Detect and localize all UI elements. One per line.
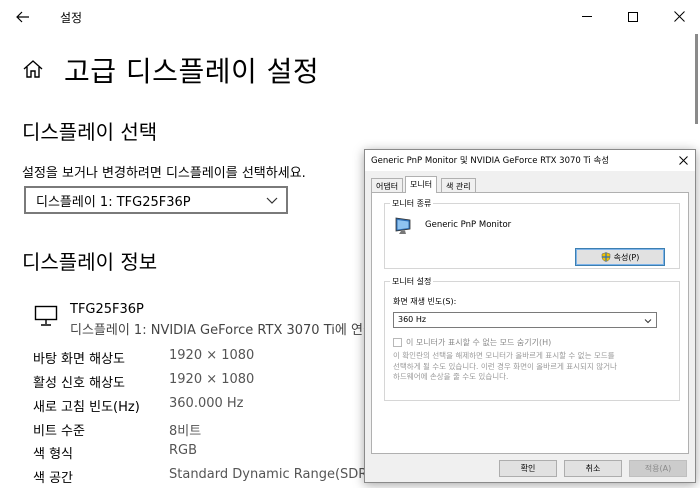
info-value: RGB: [169, 443, 198, 458]
display-dropdown-value: 디스플레이 1: TFG25F36P: [36, 194, 191, 210]
info-row: 활성 신호 해상도 1920 × 1080: [33, 372, 373, 394]
refresh-rate-label: 화면 재생 빈도(S):: [393, 297, 457, 306]
dialog-title-bar: Generic PnP Monitor 및 NVIDIA GeForce RTX…: [365, 150, 695, 171]
info-value: 8비트: [169, 424, 202, 439]
back-button[interactable]: [8, 4, 38, 30]
page-title: 고급 디스플레이 설정: [64, 55, 320, 88]
monitor-icon: [34, 305, 58, 326]
hide-modes-label: 이 모니터가 표시할 수 없는 모드 숨기기(H): [406, 338, 552, 347]
monitor-icon: [395, 217, 411, 234]
monitor-settings-group: 모니터 설정 화면 재생 빈도(S): 360 Hz 이 모니터가 표시할 수 …: [384, 276, 680, 401]
info-row: 색 공간 Standard Dynamic Range(SDR): [33, 467, 373, 488]
close-icon: [673, 11, 685, 22]
hide-modes-description-line: 이 확인란의 선택을 해제하면 모니터가 올바르게 표시할 수 없는 모드를: [393, 351, 615, 360]
tab-adapter[interactable]: 어댑터: [371, 178, 404, 192]
refresh-rate-select[interactable]: 360 Hz: [393, 312, 657, 328]
apply-button[interactable]: 적용(A): [629, 460, 687, 477]
info-value: Standard Dynamic Range(SDR): [169, 467, 373, 482]
home-icon[interactable]: [22, 58, 44, 80]
properties-button[interactable]: 속성(P): [575, 248, 665, 266]
monitor-type-value: Generic PnP Monitor: [425, 220, 512, 230]
info-label: 바탕 화면 해상도: [33, 352, 125, 367]
chevron-down-icon: [266, 197, 278, 204]
scrollbar[interactable]: [695, 34, 698, 124]
maximize-button[interactable]: [610, 0, 656, 33]
hide-modes-description-line: 하드웨어에 손상을 줄 수도 있습니다.: [393, 372, 509, 381]
chevron-down-icon: [644, 319, 652, 324]
tab-monitor[interactable]: 모니터: [405, 176, 438, 193]
back-arrow-icon: [16, 11, 29, 23]
minimize-button[interactable]: [564, 0, 610, 33]
cancel-button[interactable]: 취소: [564, 460, 622, 477]
monitor-type-group: 모니터 종류 Generic PnP Monitor 속성(P): [384, 198, 680, 269]
info-row: 색 형식 RGB: [33, 443, 373, 465]
monitor-properties-dialog: Generic PnP Monitor 및 NVIDIA GeForce RTX…: [364, 149, 696, 483]
minimize-icon: [582, 16, 592, 17]
info-row: 비트 수준 8비트: [33, 420, 373, 442]
monitor-name: TFG25F36P: [70, 302, 144, 317]
info-label: 색 형식: [33, 447, 74, 462]
info-value: 360.000 Hz: [169, 396, 244, 411]
info-row: 새로 고침 빈도(Hz) 360.000 Hz: [33, 396, 373, 418]
display-dropdown[interactable]: 디스플레이 1: TFG25F36P: [24, 186, 288, 214]
hide-modes-description: 이 확인란의 선택을 해제하면 모니터가 올바르게 표시할 수 없는 모드를 선…: [393, 351, 675, 383]
monitor-type-group-label: 모니터 종류: [390, 198, 434, 209]
tab-color-management[interactable]: 색 관리: [441, 178, 476, 192]
select-display-heading: 디스플레이 선택: [22, 120, 158, 144]
dialog-title: Generic PnP Monitor 및 NVIDIA GeForce RTX…: [371, 156, 610, 166]
properties-button-label: 속성(P): [613, 252, 640, 262]
shield-icon: [601, 252, 610, 262]
dialog-close-button[interactable]: [675, 152, 691, 168]
hide-modes-checkbox[interactable]: [393, 338, 402, 347]
hide-modes-description-line: 선택하게 될 수도 있습니다. 이런 경우 화면이 올바르게 표시되지 않거나: [393, 361, 617, 371]
title-bar: 설정: [0, 0, 700, 33]
info-label: 새로 고침 빈도(Hz): [33, 400, 140, 415]
app-title: 설정: [60, 11, 83, 25]
close-button[interactable]: [656, 0, 700, 33]
monitor-settings-group-label: 모니터 설정: [390, 276, 434, 287]
info-label: 비트 수준: [33, 424, 85, 439]
info-label: 색 공간: [33, 471, 74, 486]
refresh-rate-value: 360 Hz: [398, 315, 427, 324]
info-row: 바탕 화면 해상도 1920 × 1080: [33, 348, 373, 370]
close-icon: [678, 155, 688, 165]
info-label: 활성 신호 해상도: [33, 376, 125, 391]
display-info-heading: 디스플레이 정보: [22, 250, 158, 274]
maximize-icon: [628, 11, 638, 22]
monitor-connection: 디스플레이 1: NVIDIA GeForce RTX 3070 Ti에 연결됨: [70, 323, 387, 338]
ok-button[interactable]: 확인: [499, 460, 557, 477]
info-value: 1920 × 1080: [169, 348, 255, 363]
info-value: 1920 × 1080: [169, 372, 255, 387]
monitor-tab-panel: 모니터 종류 Generic PnP Monitor 속성(P) 모니터 설정 …: [371, 192, 689, 454]
select-display-description: 설정을 보거나 변경하려면 디스플레이를 선택하세요.: [22, 166, 306, 181]
